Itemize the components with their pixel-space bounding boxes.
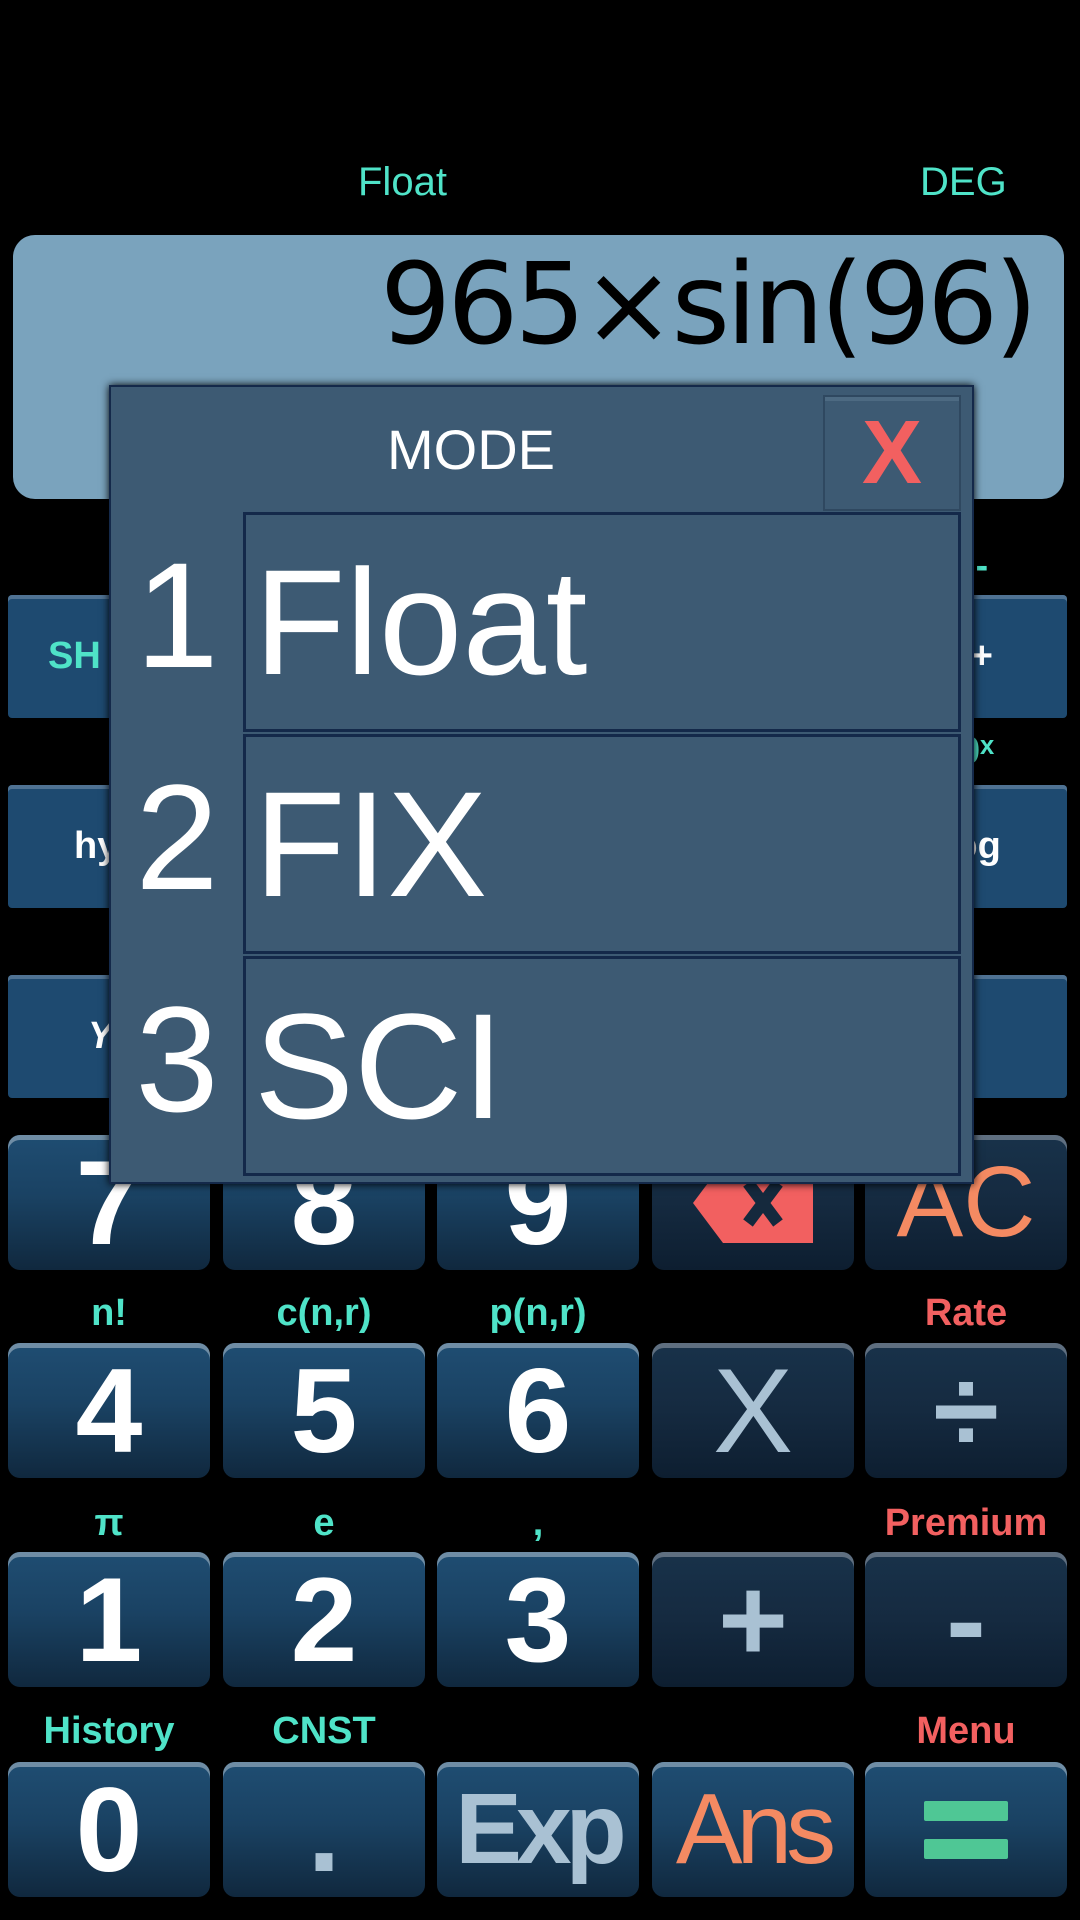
- label-combination: c(n,r): [276, 1292, 372, 1334]
- key-4[interactable]: 4: [8, 1343, 210, 1478]
- key-4-label: 4: [75, 1343, 143, 1478]
- equals-key[interactable]: [865, 1762, 1067, 1897]
- key-5[interactable]: 5: [223, 1343, 425, 1478]
- exp-label: Exp: [455, 1773, 626, 1885]
- plus-key[interactable]: +: [652, 1552, 854, 1687]
- label-pi: π: [94, 1502, 124, 1544]
- option-sci-label: SCI: [254, 981, 505, 1150]
- label-permutation: p(n,r): [489, 1292, 587, 1334]
- mode-indicator: Float: [358, 160, 447, 204]
- key-1-label: 1: [75, 1552, 143, 1687]
- option-number-1: 1: [135, 531, 219, 699]
- ans-key[interactable]: Ans: [652, 1762, 854, 1897]
- option-float[interactable]: Float: [243, 512, 961, 732]
- plus-label: +: [717, 1552, 789, 1687]
- angle-indicator: DEG: [920, 160, 1007, 204]
- equals-icon-bar: [924, 1838, 1008, 1859]
- label-e: e: [313, 1502, 335, 1544]
- equals-icon: [924, 1800, 1008, 1821]
- close-icon: X: [861, 402, 923, 503]
- minus-label: -: [946, 1552, 986, 1687]
- key-2[interactable]: 2: [223, 1552, 425, 1687]
- decimal-label: .: [307, 1762, 341, 1897]
- multiply-key[interactable]: X: [652, 1343, 854, 1478]
- dialog-title: MODE: [387, 418, 555, 481]
- ans-label: Ans: [675, 1773, 836, 1885]
- label-premium: Premium: [884, 1502, 1048, 1544]
- label-constants: CNST: [272, 1710, 376, 1752]
- expression-text: 965×sin(96): [380, 240, 1038, 370]
- option-fix-label: FIX: [254, 759, 488, 928]
- key-5-label: 5: [290, 1343, 358, 1478]
- option-fix[interactable]: FIX: [243, 734, 961, 954]
- label-comma: ,: [532, 1502, 544, 1544]
- mode-dialog: MODE X 1 Float 2 FIX 3 SCI: [109, 385, 974, 1184]
- key-1[interactable]: 1: [8, 1552, 210, 1687]
- label-factorial: n!: [91, 1292, 127, 1334]
- key-3[interactable]: 3: [437, 1552, 639, 1687]
- label-history: History: [43, 1710, 175, 1752]
- multiply-label: X: [712, 1343, 794, 1478]
- exp-key[interactable]: Exp: [437, 1762, 639, 1897]
- minus-key[interactable]: -: [865, 1552, 1067, 1687]
- key-6-label: 6: [504, 1343, 572, 1478]
- key-6[interactable]: 6: [437, 1343, 639, 1478]
- label-menu: Menu: [916, 1710, 1016, 1752]
- key-2-label: 2: [290, 1552, 358, 1687]
- key-3-label: 3: [504, 1552, 572, 1687]
- option-sci[interactable]: SCI: [243, 956, 961, 1176]
- close-button[interactable]: X: [823, 395, 961, 511]
- label-rate: Rate: [924, 1292, 1008, 1334]
- option-number-3: 3: [135, 975, 219, 1143]
- divide-label: ÷: [933, 1343, 999, 1478]
- key-0-label: 0: [75, 1762, 143, 1897]
- option-number-2: 2: [135, 753, 219, 921]
- key-0[interactable]: 0: [8, 1762, 210, 1897]
- decimal-key[interactable]: .: [223, 1762, 425, 1897]
- divide-key[interactable]: ÷: [865, 1343, 1067, 1478]
- shift-key-label: SH: [48, 635, 101, 677]
- option-float-label: Float: [254, 537, 588, 706]
